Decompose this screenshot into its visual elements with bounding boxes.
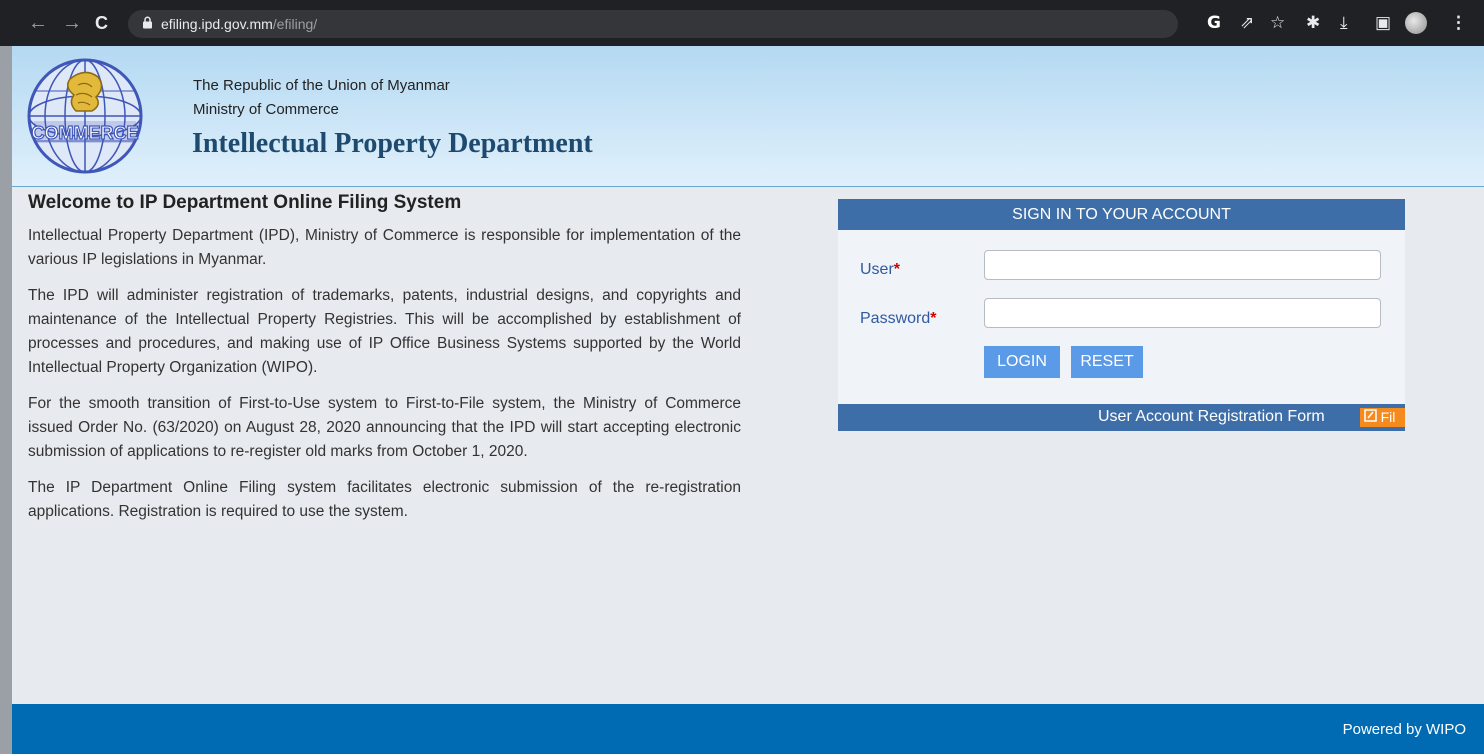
browser-menu-icon[interactable]: ⋮ xyxy=(1450,12,1467,34)
user-label-text: User xyxy=(860,261,894,278)
welcome-heading: Welcome to IP Department Online Filing S… xyxy=(28,192,462,213)
commerce-logo: COMMERCE xyxy=(27,58,143,174)
intro-text: Intellectual Property Department (IPD), … xyxy=(28,224,741,536)
required-mark: * xyxy=(930,310,937,327)
intro-paragraph: For the smooth transition of First-to-Us… xyxy=(28,395,741,460)
user-input[interactable] xyxy=(984,250,1381,280)
url-text[interactable]: efiling.ipd.gov.mm/efiling/ xyxy=(161,16,317,32)
site-header: COMMERCE The Republic of the Union of My… xyxy=(12,46,1484,187)
forward-arrow-icon[interactable]: → xyxy=(62,11,82,35)
page-viewport: COMMERCE The Republic of the Union of My… xyxy=(12,46,1484,754)
edit-form-icon xyxy=(1364,409,1381,425)
registration-badge-text: Fil xyxy=(1380,409,1396,425)
intro-paragraph: The IPD will administer registration of … xyxy=(28,287,741,376)
powered-by-text: Powered by WIPO xyxy=(1342,721,1466,738)
password-input[interactable] xyxy=(984,298,1381,328)
password-label: Password* xyxy=(860,310,936,328)
required-mark: * xyxy=(893,261,901,278)
url-host: efiling.ipd.gov.mm xyxy=(161,16,273,32)
intro-paragraph: Intellectual Property Department (IPD), … xyxy=(28,227,741,268)
svg-text:COMMERCE: COMMERCE xyxy=(32,123,139,143)
address-bar[interactable]: efiling.ipd.gov.mm/efiling/ xyxy=(128,10,1178,38)
login-button[interactable]: LOGIN xyxy=(984,346,1060,378)
site-footer: Powered by WIPO xyxy=(12,704,1484,754)
signin-heading: SIGN IN TO YOUR ACCOUNT xyxy=(838,199,1405,230)
browser-toolbar: ← → C efiling.ipd.gov.mm/efiling/ G ⇗ ☆ … xyxy=(0,0,1484,46)
bookmark-star-icon[interactable]: ☆ xyxy=(1270,12,1285,34)
page-title: Intellectual Property Department xyxy=(192,128,593,159)
reload-icon[interactable]: C xyxy=(95,11,108,35)
registration-bar: User Account Registration Form Fil xyxy=(838,404,1405,431)
extensions-puzzle-icon[interactable]: ✱ xyxy=(1306,12,1320,34)
share-icon[interactable]: ⇗ xyxy=(1240,12,1254,34)
reset-button[interactable]: RESET xyxy=(1071,346,1143,378)
url-path: /efiling/ xyxy=(272,16,318,32)
download-icon[interactable]: ⤓ xyxy=(1340,12,1348,34)
lock-icon[interactable] xyxy=(142,16,153,32)
signin-panel: SIGN IN TO YOUR ACCOUNT User* Password* … xyxy=(838,199,1405,431)
header-country: The Republic of the Union of Myanmar xyxy=(193,77,450,94)
password-label-text: Password xyxy=(860,310,931,327)
profile-avatar[interactable] xyxy=(1405,12,1427,34)
side-panel-icon[interactable]: ▣ xyxy=(1375,12,1391,34)
registration-link[interactable]: User Account Registration Form xyxy=(1098,408,1325,426)
registration-form-button[interactable]: Fil xyxy=(1360,408,1405,427)
user-label: User* xyxy=(860,261,900,279)
back-arrow-icon[interactable]: ← xyxy=(28,11,48,35)
google-icon[interactable]: G xyxy=(1207,12,1221,34)
header-ministry: Ministry of Commerce xyxy=(193,101,339,118)
intro-paragraph: The IP Department Online Filing system f… xyxy=(28,479,741,520)
